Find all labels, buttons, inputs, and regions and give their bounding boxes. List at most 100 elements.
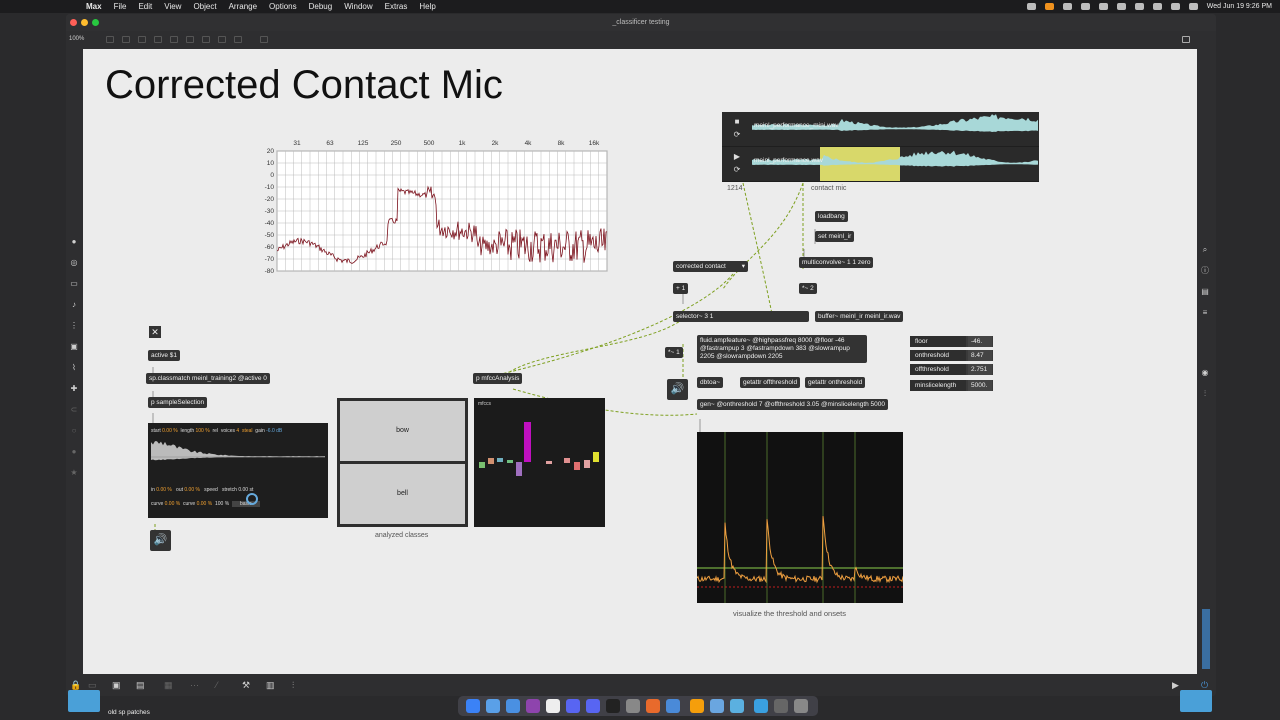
set-ir-message[interactable]: set meinl_ir	[815, 231, 855, 242]
voices-value[interactable]: 4	[236, 428, 239, 434]
sig-one-object[interactable]: *~ 1	[665, 347, 683, 358]
curve-value-2[interactable]: 0.00 %	[197, 501, 213, 507]
player-track-1[interactable]: ■ ⟳ meinl_performance_mini.wav	[722, 112, 1039, 146]
menu-options[interactable]: Options	[269, 2, 297, 11]
menu-help[interactable]: Help	[419, 2, 435, 11]
bluetooth-icon[interactable]	[1116, 3, 1126, 10]
desktop-folder[interactable]	[68, 690, 100, 712]
toggle-icon[interactable]	[202, 36, 210, 43]
param-onthreshold[interactable]: onthreshold 8.47	[910, 350, 993, 361]
menu-app[interactable]: Max	[86, 2, 102, 11]
rel-label[interactable]: rel	[212, 428, 218, 434]
wifi-icon[interactable]	[1134, 3, 1144, 10]
toggle-button[interactable]: ✕	[149, 326, 161, 338]
param-minslicelength[interactable]: minslicelength 5000.	[910, 380, 993, 391]
wrench-icon[interactable]: ⚒	[242, 680, 250, 691]
zoom-window-button[interactable]	[92, 19, 99, 26]
info-icon[interactable]: ⓘ	[1200, 266, 1210, 276]
sampler-speaker-icon[interactable]: 🔊	[150, 530, 171, 551]
times-two-object[interactable]: *~ 2	[799, 283, 817, 294]
downloads-icon[interactable]	[754, 699, 768, 713]
speed-value[interactable]: 100 %	[215, 501, 229, 507]
stack-icon[interactable]	[774, 699, 788, 713]
keyboard-icon[interactable]: ▥	[266, 680, 275, 691]
trash-icon[interactable]	[794, 699, 808, 713]
menu-file[interactable]: File	[114, 2, 127, 11]
add-icon[interactable]	[234, 36, 242, 43]
gen-object[interactable]: gen~ @onthreshold 7 @offthreshold 3.05 @…	[697, 399, 889, 410]
param-offthreshold[interactable]: offthreshold 2.751	[910, 364, 993, 375]
waveform-player[interactable]: ■ ⟳ meinl_performance_mini.wav ▶ ⟳ meinl_p…	[722, 112, 1039, 182]
book-icon[interactable]: ▤	[1200, 287, 1210, 297]
button-icon[interactable]	[186, 36, 194, 43]
param-floor-value[interactable]: -46.	[968, 336, 992, 347]
menu-extras[interactable]: Extras	[385, 2, 408, 11]
class-bell-button[interactable]: bell	[340, 464, 465, 524]
mixer-icon[interactable]: ⫶	[1200, 389, 1210, 399]
dbtoa-object[interactable]: dbtoa~	[697, 377, 724, 388]
stop-icon[interactable]: ■ ⟳	[730, 115, 744, 143]
folder-icon[interactable]: ▭	[69, 279, 79, 289]
clock[interactable]: Wed Jun 19 9:26 PM	[1207, 3, 1272, 10]
steal-toggle[interactable]: steal	[242, 428, 253, 434]
palette-icon[interactable]: ●	[69, 237, 79, 247]
class-bow-button[interactable]: bow	[340, 401, 465, 461]
paperclip-icon[interactable]: ⌇	[69, 363, 79, 373]
player-track-2[interactable]: ▶ ⟳ meinl_performance.wav	[722, 147, 1039, 181]
pages-icon[interactable]	[690, 699, 704, 713]
chrome-icon[interactable]	[666, 699, 680, 713]
play-icon[interactable]: ▶ ⟳	[730, 150, 744, 178]
menu-debug[interactable]: Debug	[309, 2, 333, 11]
reminders-icon[interactable]	[526, 699, 540, 713]
zoom-level[interactable]: 100%	[69, 36, 84, 42]
gain-value[interactable]: -6.0 dB	[266, 428, 282, 434]
calendar-icon[interactable]	[546, 699, 560, 713]
network-icon[interactable]	[730, 699, 744, 713]
classmatch-object[interactable]: sp.classmatch meinl_training2 @active 0	[146, 373, 270, 384]
grid-snap-icon[interactable]: ▦	[164, 680, 173, 691]
mail-icon[interactable]	[506, 699, 520, 713]
list-icon[interactable]: ≡	[1200, 308, 1210, 318]
music-note-icon[interactable]: ♪	[69, 300, 79, 310]
link-icon[interactable]: ⊂	[69, 405, 79, 415]
menu-edit[interactable]: Edit	[138, 2, 152, 11]
search-icon[interactable]	[1170, 3, 1180, 10]
finder-icon[interactable]	[466, 699, 480, 713]
puzzle-icon[interactable]: ✚	[69, 384, 79, 394]
param-onthreshold-value[interactable]: 8.47	[968, 350, 992, 361]
battery-icon[interactable]	[1152, 3, 1162, 10]
param-minslicelength-value[interactable]: 5000.	[968, 380, 992, 391]
console-icon[interactable]: ▣	[112, 680, 121, 691]
multiconvolve-object[interactable]: multiconvolve~ 1 1 zero	[799, 257, 874, 268]
grid-view-icon[interactable]	[1182, 36, 1190, 43]
sampler-panel[interactable]: start 0.00 % length 100 % rel voices 4 s…	[148, 423, 328, 518]
debug-icon[interactable]: ⋮	[69, 321, 79, 331]
discord-icon[interactable]	[586, 699, 600, 713]
new-patcher-icon[interactable]: ▤	[136, 680, 145, 691]
plus-one-object[interactable]: + 1	[673, 283, 689, 294]
app-icon-orange[interactable]	[646, 699, 660, 713]
menu-window[interactable]: Window	[344, 2, 372, 11]
play-transport-icon[interactable]: ▶	[1172, 680, 1179, 691]
message-icon[interactable]	[154, 36, 162, 43]
present-icon[interactable]	[106, 36, 114, 43]
close-window-button[interactable]	[70, 19, 77, 26]
param-offthreshold-value[interactable]: 2.751	[968, 364, 992, 375]
messages-icon[interactable]	[566, 699, 580, 713]
desktop-folder-right[interactable]	[1180, 690, 1212, 712]
grid-icon[interactable]	[122, 36, 130, 43]
menu-arrange[interactable]: Arrange	[229, 2, 257, 11]
loadbang-object[interactable]: loadbang	[815, 211, 848, 222]
output-menu[interactable]: corrected contact ▾	[673, 261, 748, 272]
menu-object[interactable]: Object	[193, 2, 216, 11]
patch-canvas[interactable]: Corrected Contact Mic 31 63 125 250 500 1k 2k 4…	[83, 49, 1197, 674]
align-icon[interactable]: ⋯	[190, 680, 199, 691]
control-center-icon[interactable]	[1188, 3, 1198, 10]
max-icon[interactable]	[606, 699, 620, 713]
microphone-icon[interactable]	[1044, 3, 1054, 10]
getattr-offthreshold-object[interactable]: getattr offthreshold	[740, 377, 801, 388]
active-message[interactable]: active $1	[148, 350, 181, 361]
number-icon[interactable]	[218, 36, 226, 43]
play-icon[interactable]	[1098, 3, 1108, 10]
in-value[interactable]: 0.00 %	[156, 487, 172, 493]
